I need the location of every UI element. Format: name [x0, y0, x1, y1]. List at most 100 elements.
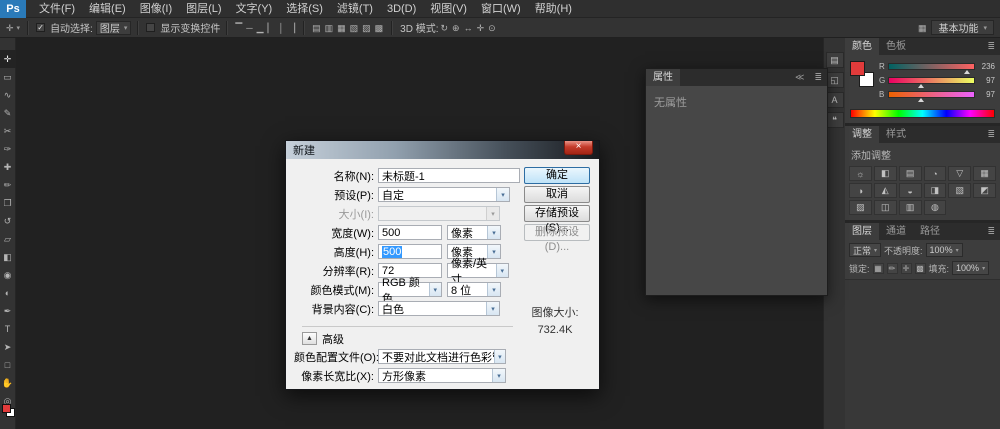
tab-color[interactable]: 颜色	[845, 38, 879, 55]
foreground-background-swatches[interactable]	[2, 404, 15, 417]
menu-edit[interactable]: 编辑(E)	[82, 0, 133, 18]
move-tool-preset-icon[interactable]: ✛	[4, 19, 16, 37]
panel-menu-icon[interactable]: ≣	[982, 126, 1000, 143]
tab-layers[interactable]: 图层	[845, 223, 879, 240]
distribute-right-icon[interactable]: ▩	[373, 19, 386, 37]
ok-button[interactable]: 确定	[524, 167, 590, 184]
auto-select-checkbox[interactable]	[36, 23, 45, 32]
notes-panel-icon[interactable]: ❝	[826, 112, 844, 128]
preset-dropdown[interactable]: 自定	[378, 187, 510, 202]
foreground-color-swatch[interactable]	[850, 61, 865, 76]
width-input[interactable]: 500	[378, 225, 442, 240]
channel-mixer-icon[interactable]: ◨	[924, 183, 947, 198]
tab-adjustments[interactable]: 调整	[845, 126, 879, 143]
align-hcenter-icon[interactable]: │	[277, 19, 287, 37]
move-tool[interactable]: ✛	[0, 50, 16, 68]
pen-tool[interactable]: ✒	[0, 302, 16, 320]
shape-tool[interactable]: □	[0, 356, 16, 374]
tab-properties[interactable]: 属性	[646, 69, 680, 86]
blur-tool[interactable]: ◉	[0, 266, 16, 284]
collapse-panel-icon[interactable]: ≪	[790, 69, 809, 86]
menu-layer[interactable]: 图层(L)	[179, 0, 228, 18]
posterize-icon[interactable]: ▨	[849, 200, 872, 215]
3d-drag-icon[interactable]: ↔	[462, 19, 475, 37]
lock-all-icon[interactable]: ▩	[915, 263, 926, 274]
tab-channels[interactable]: 通道	[879, 223, 913, 240]
menu-file[interactable]: 文件(F)	[32, 0, 82, 18]
foreground-color-swatch[interactable]	[2, 404, 11, 413]
menu-window[interactable]: 窗口(W)	[474, 0, 528, 18]
color-spectrum-ramp[interactable]	[850, 109, 995, 118]
layers-list[interactable]	[845, 279, 1000, 429]
resolution-unit-dropdown[interactable]: 像素/英寸	[447, 263, 509, 278]
save-preset-button[interactable]: 存储预设(S)...	[524, 205, 590, 222]
hue-saturation-icon[interactable]: ▦	[973, 166, 996, 181]
dodge-tool[interactable]: ◐	[0, 284, 16, 302]
3d-rotate-icon[interactable]: ↻	[439, 19, 451, 37]
clone-stamp-tool[interactable]: ❐	[0, 194, 16, 212]
path-selection-tool[interactable]: ➤	[0, 338, 16, 356]
marquee-tool[interactable]: ▭	[0, 68, 16, 86]
history-brush-tool[interactable]: ↺	[0, 212, 16, 230]
red-slider-thumb[interactable]	[964, 70, 970, 74]
distribute-vcenter-icon[interactable]: ▥	[323, 19, 336, 37]
hand-tool[interactable]: ✋	[0, 374, 16, 392]
curves-icon[interactable]: ▤	[899, 166, 922, 181]
tool-preset-caret-icon[interactable]: ▾	[17, 24, 21, 32]
fill-dropdown[interactable]: 100%	[952, 261, 989, 275]
panel-menu-icon[interactable]: ≣	[982, 223, 1000, 240]
advanced-collapse-icon[interactable]: ▲	[302, 332, 317, 345]
menu-type[interactable]: 文字(Y)	[229, 0, 280, 18]
panel-menu-icon[interactable]: ≣	[809, 69, 827, 86]
color-mode-dropdown[interactable]: RGB 颜色	[378, 282, 442, 297]
align-top-icon[interactable]: ▔	[233, 19, 244, 37]
exposure-icon[interactable]: ◔	[924, 166, 947, 181]
lock-pixels-icon[interactable]: ✏	[887, 263, 898, 274]
name-input[interactable]: 未标题-1	[378, 168, 520, 183]
menu-filter[interactable]: 滤镜(T)	[330, 0, 380, 18]
vibrance-icon[interactable]: ▽	[948, 166, 971, 181]
eyedropper-tool[interactable]: ✑	[0, 140, 16, 158]
character-panel-icon[interactable]: A	[826, 92, 844, 108]
brightness-contrast-icon[interactable]: ☼	[849, 166, 872, 181]
blue-value[interactable]: 97	[975, 90, 995, 99]
show-transform-checkbox[interactable]	[146, 23, 155, 32]
3d-slide-icon[interactable]: ✛	[475, 19, 487, 37]
menu-select[interactable]: 选择(S)	[279, 0, 330, 18]
distribute-hcenter-icon[interactable]: ▨	[360, 19, 373, 37]
blend-mode-dropdown[interactable]: 正常	[849, 243, 881, 257]
invert-icon[interactable]: ◩	[973, 183, 996, 198]
blue-slider[interactable]	[888, 91, 975, 98]
pixel-aspect-dropdown[interactable]: 方形像素	[378, 368, 506, 383]
tab-styles[interactable]: 样式	[879, 126, 913, 143]
brush-tool[interactable]: ✏	[0, 176, 16, 194]
lock-transparency-icon[interactable]: ▦	[873, 263, 884, 274]
history-panel-icon[interactable]: ▤	[826, 52, 844, 68]
menu-help[interactable]: 帮助(H)	[528, 0, 579, 18]
cancel-button[interactable]: 取消	[524, 186, 590, 203]
background-contents-dropdown[interactable]: 白色	[378, 301, 500, 316]
lasso-tool[interactable]: ∿	[0, 86, 16, 104]
width-unit-dropdown[interactable]: 像素	[447, 225, 501, 240]
levels-icon[interactable]: ◧	[874, 166, 897, 181]
menu-view[interactable]: 视图(V)	[423, 0, 474, 18]
color-lookup-icon[interactable]: ▧	[948, 183, 971, 198]
menu-3d[interactable]: 3D(D)	[380, 0, 423, 18]
distribute-left-icon[interactable]: ▧	[348, 19, 361, 37]
properties-panel-header[interactable]: 属性 ≪ ≣	[646, 69, 827, 86]
align-vcenter-icon[interactable]: ─	[244, 19, 254, 37]
crop-tool[interactable]: ✂	[0, 122, 16, 140]
workspace-selector-button[interactable]: 基本功能	[931, 20, 994, 35]
align-bottom-icon[interactable]: ▁	[255, 19, 266, 37]
3d-scale-icon[interactable]: ⊙	[486, 19, 498, 37]
gradient-map-icon[interactable]: ▥	[899, 200, 922, 215]
menu-image[interactable]: 图像(I)	[133, 0, 179, 18]
panel-menu-icon[interactable]: ≣	[982, 38, 1000, 55]
close-icon[interactable]: ×	[564, 141, 593, 155]
green-slider-thumb[interactable]	[918, 84, 924, 88]
quick-selection-tool[interactable]: ✎	[0, 104, 16, 122]
selective-color-icon[interactable]: ◍	[924, 200, 947, 215]
align-right-icon[interactable]: ▕	[286, 19, 297, 37]
type-tool[interactable]: T	[0, 320, 16, 338]
red-value[interactable]: 236	[975, 62, 995, 71]
